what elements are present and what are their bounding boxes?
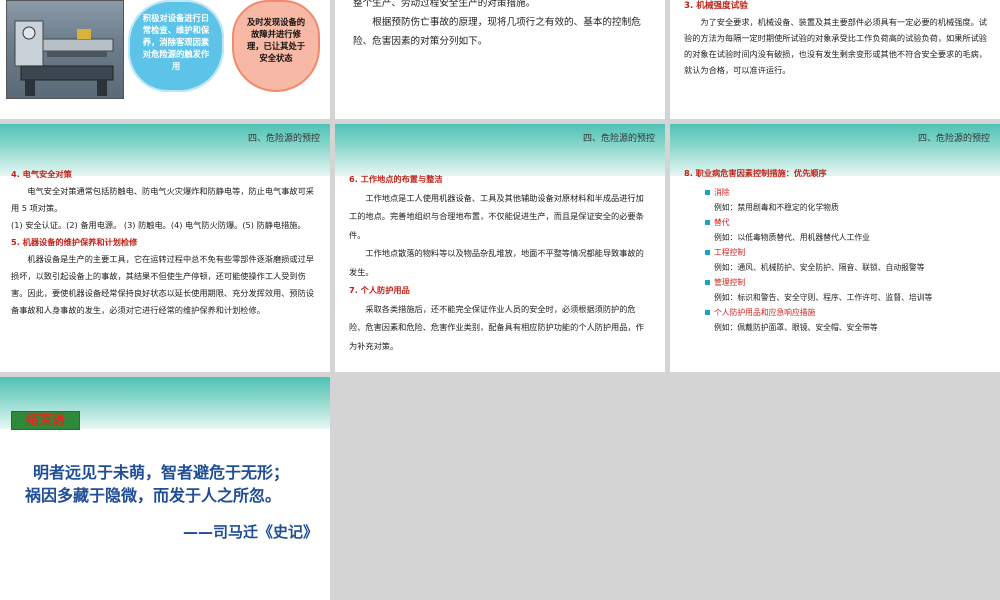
quote-line-2: 祸因多藏于隐微，而发于人之所忽。 [25,486,282,505]
slide-grid: 积极对设备进行日常检查、维护和保养，消除客观因素对危险源的触发作用 及时发现设备… [0,0,1000,600]
control-item-label: 工程控制 [714,248,746,257]
slide-3[interactable]: 3. 机械强度试验 为了安全要求，机械设备、装置及其主要部件必须具有一定必要的机… [670,0,1000,119]
control-item: 个人防护用品和应急响应措施 [705,305,988,320]
bullet-square-icon [705,280,710,285]
lathe-machine-image [6,0,124,99]
control-item-label: 个人防护用品和应急响应措施 [714,308,816,317]
slide-6-body: 8. 职业病危害因素控制措施：优先顺序 消除 例如：禁用剧毒和不稳定的化学物质 … [684,166,988,335]
slide-5[interactable]: 四、危险源的预控 6. 工作地点的布置与整洁 工作地点是工人使用机器设备、工具及… [335,124,665,372]
control-item: 工程控制 [705,245,988,260]
para-electrical: 电气安全对策通常包括防触电、防电气火灾爆炸和防静电等，防止电气事故可采用 5 项… [11,186,314,213]
heading-maintenance: 5. 机器设备的维护保养和计划检修 [11,237,138,247]
slide-4-body: 4. 电气安全对策 电气安全对策通常包括防触电、防电气火灾爆炸和防静电等，防止电… [11,166,318,319]
bubble-repair: 及时发现设备的故障并进行修理，已让其处于安全状态 [232,0,320,92]
quote-line-1: 明者远见于未萌，智者避危于无形； [33,463,290,482]
slide-1[interactable]: 积极对设备进行日常检查、维护和保养，消除客观因素对危险源的触发作用 及时发现设备… [0,0,330,119]
bullet-square-icon [705,190,710,195]
control-item-example: 例如：佩戴防护面罩、眼镜、安全帽、安全带等 [714,323,878,332]
slide-2[interactable]: 整个生产、劳动过程安全生产的对策措施。 根据预防伤亡事故的原理，现将几项行之有效… [335,0,665,119]
control-item-example: 例如：以低毒物质替代、用机器替代人工作业 [714,233,870,242]
bullet-square-icon [705,220,710,225]
control-item-label: 管理控制 [714,278,746,287]
slide-7[interactable]: 结束语 明者远见于未萌，智者避危于无形； 祸因多藏于隐微，而发于人之所忽。 ——… [0,377,330,600]
control-item: 管理控制 [705,275,988,290]
bubble-maintenance: 积极对设备进行日常检查、维护和保养，消除客观因素对危险源的触发作用 [128,0,224,92]
slide-4-section-title: 四、危险源的预控 [247,134,320,144]
slide-2-text-line1: 整个生产、劳动过程安全生产的对策措施。 [353,0,536,9]
control-hierarchy-list: 消除 例如：禁用剧毒和不稳定的化学物质 替代 例如：以低毒物质替代、用机器替代人… [684,185,988,335]
control-item: 替代 [705,215,988,230]
slide-2-text-para: 根据预防伤亡事故的原理，现将几项行之有效的、基本的控制危险、危害因素的对策分列如… [353,17,641,47]
slide-5-body: 6. 工作地点的布置与整洁 工作地点是工人使用机器设备、工具及其他辅助设备对原材… [349,170,649,355]
control-item-example: 例如：标识和警告、安全守则、程序、工作许可、监督、培训等 [714,293,933,302]
closing-badge: 结束语 [11,411,80,430]
bullet-square-icon [705,310,710,315]
heading-ppe: 7. 个人防护用品 [349,285,410,295]
slide-3-heading: 3. 机械强度试验 [684,1,748,11]
slide-6-section-title: 四、危险源的预控 [917,134,990,144]
list-electrical: (1) 安全认证。(2) 备用电源。 (3) 防触电。(4) 电气防火防爆。(5… [11,220,306,230]
para-workplace-a: 工作地点是工人使用机器设备、工具及其他辅助设备对原材料和半成品进行加工的地点。完… [349,192,644,240]
heading-electrical: 4. 电气安全对策 [11,169,72,179]
control-item-label: 替代 [714,218,730,227]
slide-3-para: 为了安全要求，机械设备、装置及其主要部件必须具有一定必要的机械强度。试验的方法为… [684,17,987,75]
bullet-square-icon [705,250,710,255]
control-item-example: 例如：通风、机械防护、安全防护、隔音、联锁、自动报警等 [714,263,925,272]
para-workplace-b: 工作地点散落的物料等以及物品杂乱堆放，地面不平整等情况都能导致事故的发生。 [349,248,644,277]
slide-4[interactable]: 四、危险源的预控 4. 电气安全对策 电气安全对策通常包括防触电、防电气火灾爆炸… [0,124,330,372]
para-ppe: 采取各类措施后，还不能完全保证作业人员的安全时，必须根据须防护的危险、危害因素和… [349,303,644,351]
control-item-label: 消除 [714,188,730,197]
control-item: 消除 [705,185,988,200]
heading-occupational: 8. 职业病危害因素控制措施：优先顺序 [684,168,827,178]
heading-workplace: 6. 工作地点的布置与整洁 [349,174,443,184]
quote-attribution: ——司马迁《史记》 [182,523,318,541]
control-item-example: 例如：禁用剧毒和不稳定的化学物质 [714,203,839,212]
para-maintenance: 机器设备是生产的主要工具，它在运转过程中总不免有些零部件逐渐磨损或过早损坏，以致… [11,254,314,315]
slide-6[interactable]: 四、危险源的预控 8. 职业病危害因素控制措施：优先顺序 消除 例如：禁用剧毒和… [670,124,1000,372]
slide-5-section-title: 四、危险源的预控 [582,134,655,144]
